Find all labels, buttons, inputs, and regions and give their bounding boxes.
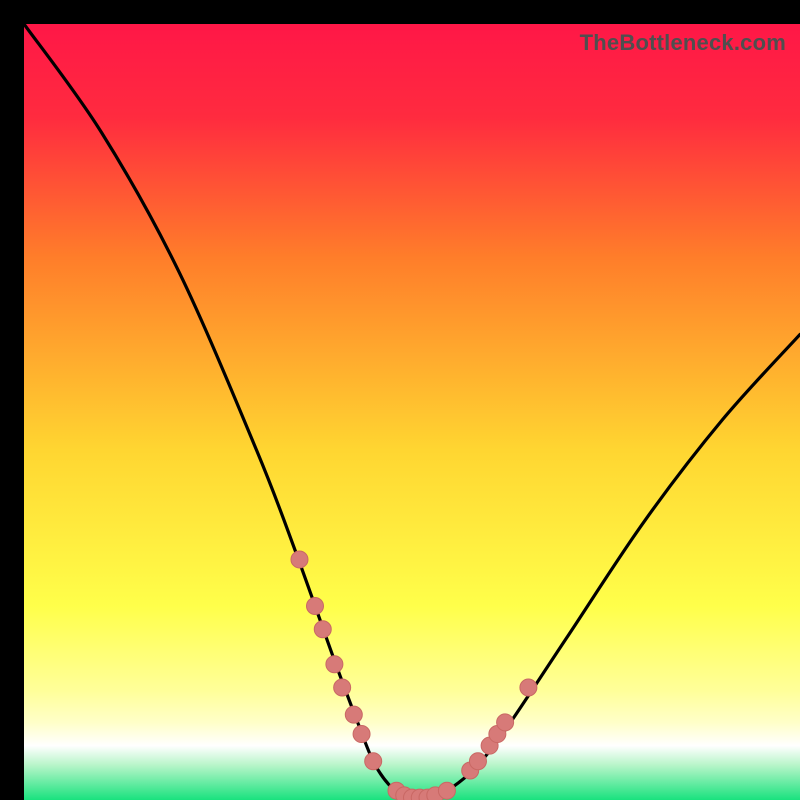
curve-marker <box>520 679 537 696</box>
curve-marker <box>353 726 370 743</box>
curve-marker <box>334 679 351 696</box>
curve-marker <box>291 551 308 568</box>
curve-marker <box>469 753 486 770</box>
bottleneck-curve <box>24 24 800 800</box>
curve-markers <box>291 551 537 800</box>
curve-marker <box>438 782 455 799</box>
curve-marker <box>326 656 343 673</box>
curve-layer <box>24 24 800 800</box>
curve-marker <box>345 706 362 723</box>
chart-frame: TheBottleneck.com <box>12 12 788 788</box>
curve-marker <box>365 753 382 770</box>
curve-marker <box>497 714 514 731</box>
curve-marker <box>307 598 324 615</box>
watermark-text: TheBottleneck.com <box>580 30 786 56</box>
plot-area: TheBottleneck.com <box>24 24 800 800</box>
curve-marker <box>314 621 331 638</box>
